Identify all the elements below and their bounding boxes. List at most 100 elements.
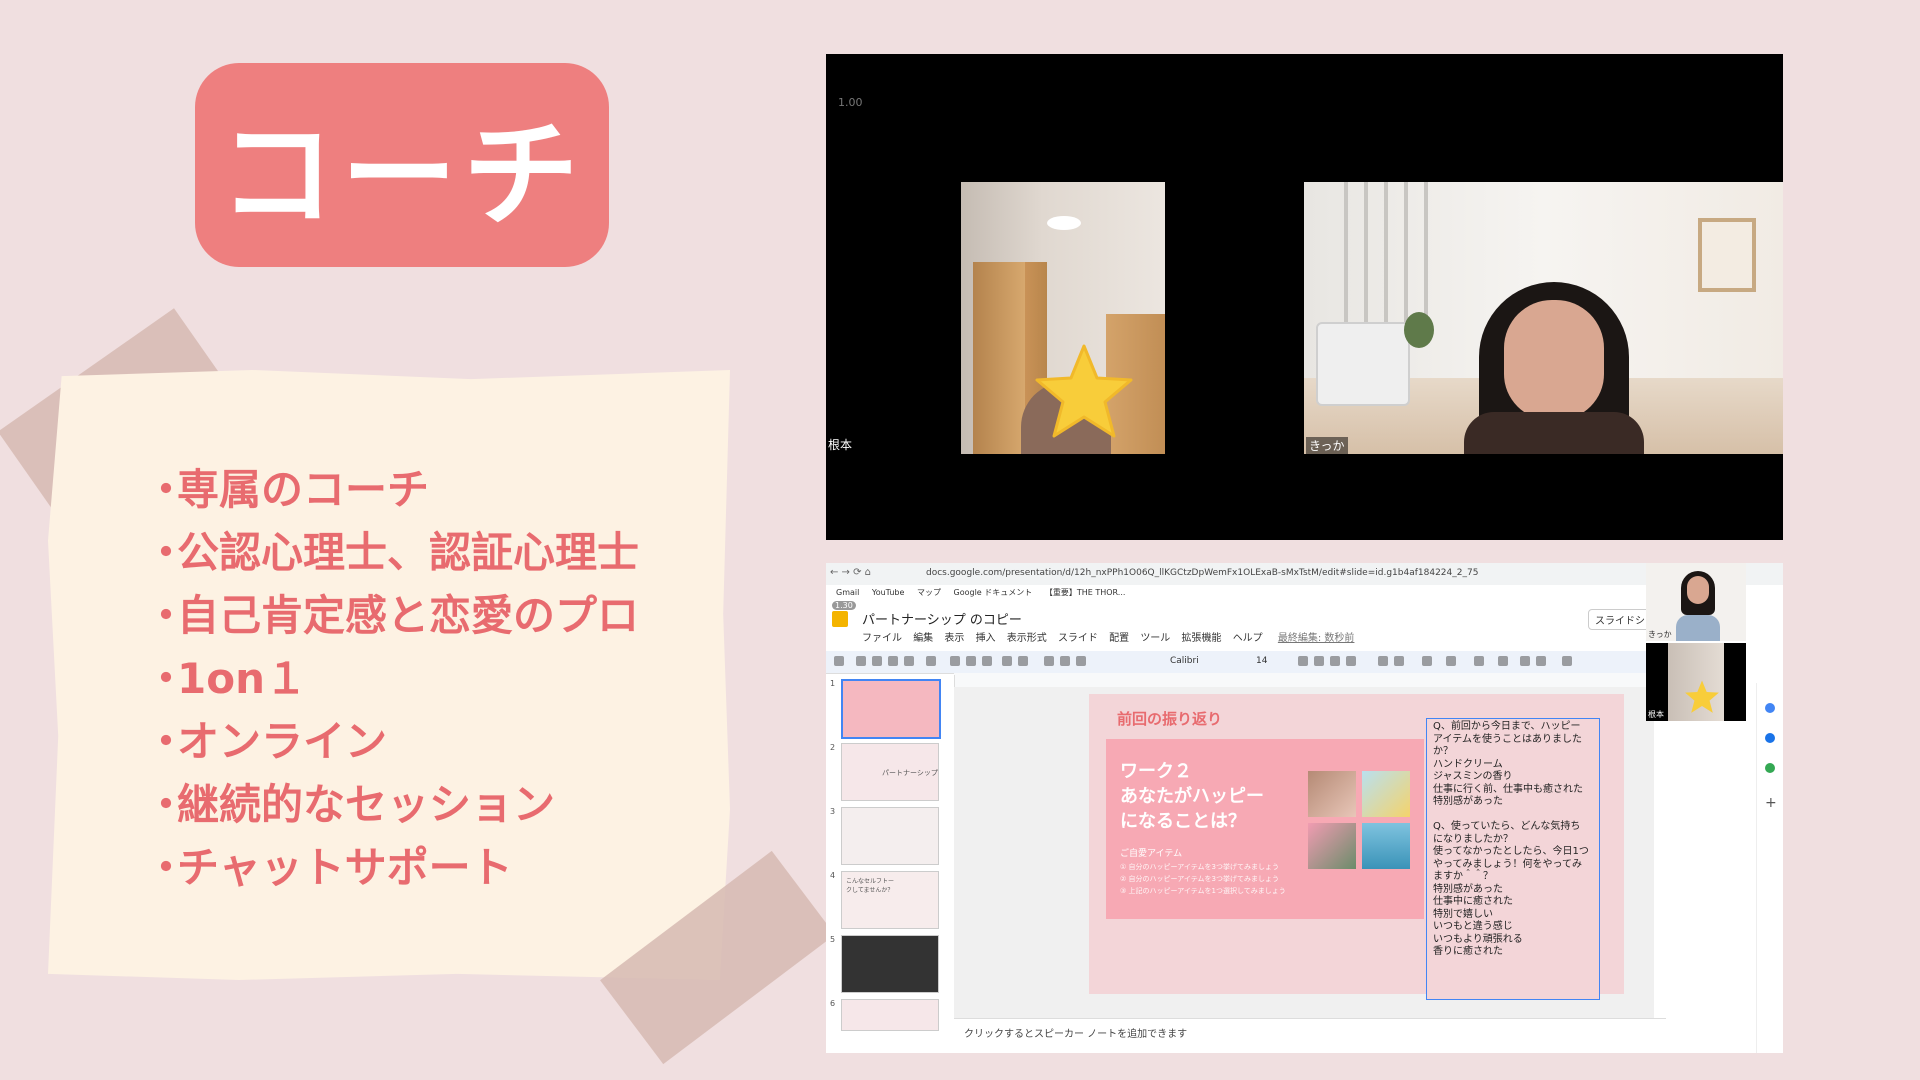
contacts-icon[interactable] — [1765, 733, 1775, 743]
undo-icon[interactable] — [856, 656, 866, 666]
underline-icon[interactable] — [1330, 656, 1340, 666]
clear-format-icon[interactable] — [1562, 656, 1572, 666]
italic-icon[interactable] — [1314, 656, 1324, 666]
redo-icon[interactable] — [872, 656, 882, 666]
menu-bar: ファイル 編集 表示 挿入 表示形式 スライド 配置 ツール 拡張機能 ヘルプ … — [862, 629, 1362, 644]
text-color-icon[interactable] — [1346, 656, 1356, 666]
mini-participant-bottom[interactable]: 根本 — [1646, 643, 1746, 721]
menu-item[interactable]: 挿入 — [976, 633, 996, 644]
slide-thumbnail[interactable] — [841, 935, 939, 993]
shape-icon[interactable] — [1002, 656, 1012, 666]
participant-video-right[interactable] — [1304, 182, 1783, 454]
list-item: ・チャットサポート — [145, 843, 513, 892]
outdent-icon[interactable] — [1536, 656, 1546, 666]
border-color-icon[interactable] — [1060, 656, 1070, 666]
list-item: ・自己肯定感と恋愛のプロ — [145, 591, 640, 640]
slide-thumbnail[interactable] — [841, 807, 939, 865]
menu-item[interactable]: 表示形式 — [1007, 633, 1047, 644]
tasks-icon[interactable] — [1765, 703, 1775, 713]
menu-item[interactable]: 編集 — [913, 633, 933, 644]
participant-name-right: きっか — [1306, 437, 1348, 454]
bold-icon[interactable] — [1298, 656, 1308, 666]
slide-card: ワーク２ あなたがハッピー になることは？ ご自愛アイテム ① 自分のハッピーア… — [1106, 739, 1424, 919]
add-icon[interactable] — [834, 656, 844, 666]
last-edit-link[interactable]: 最終編集: 数秒前 — [1278, 633, 1355, 644]
font-select[interactable]: Calibri — [1170, 656, 1199, 666]
line-spacing-icon[interactable] — [1446, 656, 1456, 666]
mini-participant-top[interactable]: きっか — [1646, 563, 1746, 641]
card-title: ワーク２ あなたがハッピー になることは？ — [1120, 761, 1264, 832]
editor-toolbar: Calibri 14 — [826, 651, 1666, 674]
image-icon[interactable] — [982, 656, 992, 666]
star-icon — [1029, 342, 1139, 442]
print-icon[interactable] — [888, 656, 898, 666]
list-item: ・継続的なセッション — [145, 780, 556, 829]
menu-item[interactable]: 配置 — [1109, 633, 1129, 644]
menu-item[interactable]: ツール — [1140, 633, 1170, 644]
line-icon[interactable] — [1018, 656, 1028, 666]
menu-item[interactable]: ファイル — [862, 633, 902, 644]
font-size-input[interactable]: 14 — [1256, 656, 1267, 666]
bookmark[interactable]: YouTube — [872, 588, 905, 597]
comment-icon[interactable] — [1394, 656, 1404, 666]
participant-video-left[interactable] — [961, 182, 1165, 454]
document-title[interactable]: パートナーシップ のコピー — [862, 609, 1022, 628]
bookmark[interactable]: 【重要】THE THOR... — [1045, 588, 1126, 597]
textbox-icon[interactable] — [966, 656, 976, 666]
bookmarks-bar: Gmail YouTube マップ Google ドキュメント 【重要】THE … — [826, 585, 1783, 601]
indent-icon[interactable] — [1520, 656, 1530, 666]
slide-thumbnail[interactable]: パートナーシップ — [841, 743, 939, 801]
card-subtitle: ご自愛アイテム — [1120, 849, 1183, 859]
browser-nav-icons[interactable]: ← → ⟳ ⌂ — [830, 567, 871, 578]
slide-thumbnail[interactable] — [841, 999, 939, 1031]
link-icon[interactable] — [1378, 656, 1388, 666]
bookmark[interactable]: Gmail — [836, 588, 859, 597]
list-item: ・専属のコーチ — [145, 465, 430, 514]
slide-heading: 前回の振り返り — [1117, 710, 1223, 728]
browser-address-bar[interactable]: ← → ⟳ ⌂ docs.google.com/presentation/d/1… — [826, 563, 1783, 585]
maps-icon[interactable] — [1765, 763, 1775, 773]
bookmark[interactable]: Google ドキュメント — [954, 588, 1033, 597]
fill-color-icon[interactable] — [1044, 656, 1054, 666]
ruler[interactable] — [954, 673, 1666, 688]
menu-item[interactable]: 拡張機能 — [1182, 633, 1222, 644]
border-weight-icon[interactable] — [1076, 656, 1086, 666]
slide-filmstrip: 1 2 パートナーシップ 3 4 こんなセルフトークしてませんか？ 5 6 — [826, 675, 955, 1031]
list-item: ・公認心理士、認証心理士 — [145, 528, 640, 577]
title-badge: コーチ — [195, 63, 609, 267]
zoom-level: 1.00 — [838, 96, 863, 109]
add-addon-icon[interactable]: + — [1765, 795, 1777, 811]
slide-thumbnail[interactable] — [841, 679, 941, 739]
numbered-list-icon[interactable] — [1498, 656, 1508, 666]
screen-share-panel: ← → ⟳ ⌂ docs.google.com/presentation/d/1… — [826, 563, 1783, 1053]
select-icon[interactable] — [950, 656, 960, 666]
participant-name-left: 根本 — [828, 438, 853, 452]
slide-thumbnail[interactable]: こんなセルフトークしてませんか？ — [841, 871, 939, 929]
bookmark[interactable]: マップ — [917, 588, 941, 597]
photo-cosmetics — [1308, 771, 1356, 817]
page-title: コーチ — [219, 108, 585, 243]
menu-item[interactable]: 表示 — [944, 633, 964, 644]
menu-item[interactable]: スライド — [1058, 633, 1098, 644]
url-text: docs.google.com/presentation/d/12h_nxPPh… — [926, 568, 1479, 578]
align-icon[interactable] — [1422, 656, 1432, 666]
speaker-notes[interactable]: クリックするとスピーカー ノートを追加できます — [954, 1018, 1666, 1043]
zoom-badge: 1.30 — [832, 601, 856, 610]
slides-logo-icon — [832, 611, 848, 627]
speaker-notes-placeholder: クリックするとスピーカー ノートを追加できます — [964, 1029, 1188, 1040]
bullet-list-icon[interactable] — [1474, 656, 1484, 666]
photo-duck — [1362, 771, 1410, 817]
menu-item[interactable]: ヘルプ — [1233, 633, 1263, 644]
feature-list: ・専属のコーチ ・公認心理士、認証心理士 ・自己肯定感と恋愛のプロ ・1on１ … — [145, 458, 639, 899]
slideshow-button[interactable]: スライドシ — [1588, 609, 1652, 630]
card-lines: ① 自分のハッピーアイテムを3つ挙げてみましょう ② 自分のハッピーアイテムを3… — [1120, 863, 1286, 895]
textbox-content: Q、前回から今日まで、ハッピー アイテムを使うことはありました か？ ハンドクリ… — [1433, 721, 1589, 957]
video-call-panel: 1.00 根本 きっか — [826, 54, 1783, 540]
photo-flower — [1308, 823, 1356, 869]
star-icon — [1685, 680, 1719, 713]
slide-textbox[interactable]: Q、前回から今日まで、ハッピー アイテムを使うことはありました か？ ハンドクリ… — [1426, 718, 1600, 1000]
list-item: ・1on１ — [145, 654, 307, 703]
list-item: ・オンライン — [145, 717, 388, 766]
zoom-icon[interactable] — [926, 656, 936, 666]
paint-format-icon[interactable] — [904, 656, 914, 666]
